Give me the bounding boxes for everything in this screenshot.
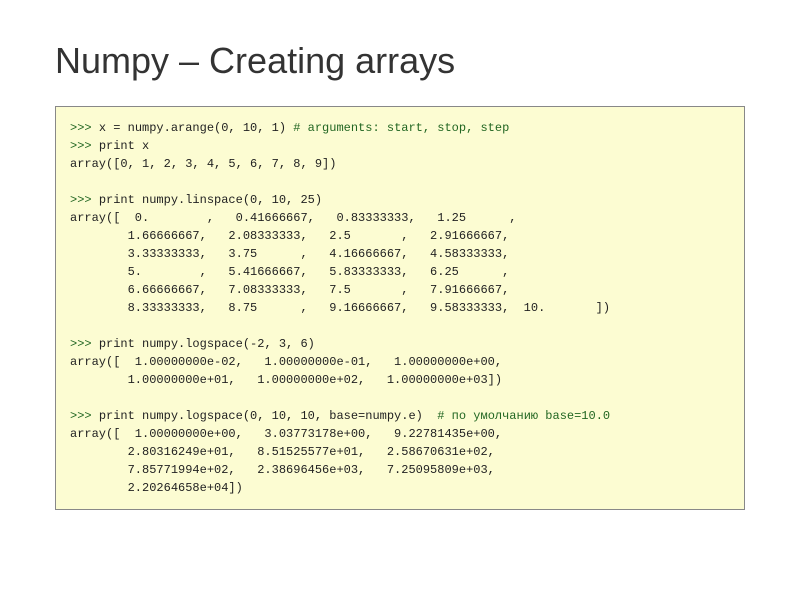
prompt: >>> (70, 409, 99, 423)
output-line: 5. , 5.41666667, 5.83333333, 6.25 , (70, 265, 509, 279)
prompt: >>> (70, 337, 99, 351)
code-line: print numpy.linspace(0, 10, 25) (99, 193, 322, 207)
output-line: 7.85771994e+02, 2.38696456e+03, 7.250958… (70, 463, 495, 477)
code-line: print numpy.logspace(0, 10, 10, base=num… (99, 409, 437, 423)
slide-title: Numpy – Creating arrays (55, 40, 745, 82)
output-line: 2.80316249e+01, 8.51525577e+01, 2.586706… (70, 445, 495, 459)
prompt: >>> (70, 193, 99, 207)
output-line: 3.33333333, 3.75 , 4.16666667, 4.5833333… (70, 247, 509, 261)
prompt: >>> (70, 139, 99, 153)
comment: # по умолчанию base=10.0 (437, 409, 610, 423)
output-line: array([ 1.00000000e+00, 3.03773178e+00, … (70, 427, 502, 441)
output-line: 6.66666667, 7.08333333, 7.5 , 7.91666667… (70, 283, 509, 297)
code-block: >>> x = numpy.arange(0, 10, 1) # argumen… (55, 106, 745, 510)
prompt: >>> (70, 121, 99, 135)
output-line: 1.66666667, 2.08333333, 2.5 , 2.91666667… (70, 229, 509, 243)
code-line: print numpy.logspace(-2, 3, 6) (99, 337, 315, 351)
output-line: 1.00000000e+01, 1.00000000e+02, 1.000000… (70, 373, 502, 387)
output-line: 8.33333333, 8.75 , 9.16666667, 9.5833333… (70, 301, 610, 315)
comment: # arguments: start, stop, step (293, 121, 509, 135)
code-line: x = numpy.arange(0, 10, 1) (99, 121, 293, 135)
code-line: print x (99, 139, 149, 153)
output-line: array([0, 1, 2, 3, 4, 5, 6, 7, 8, 9]) (70, 157, 336, 171)
output-line: array([ 0. , 0.41666667, 0.83333333, 1.2… (70, 211, 516, 225)
output-line: array([ 1.00000000e-02, 1.00000000e-01, … (70, 355, 502, 369)
output-line: 2.20264658e+04]) (70, 481, 243, 495)
